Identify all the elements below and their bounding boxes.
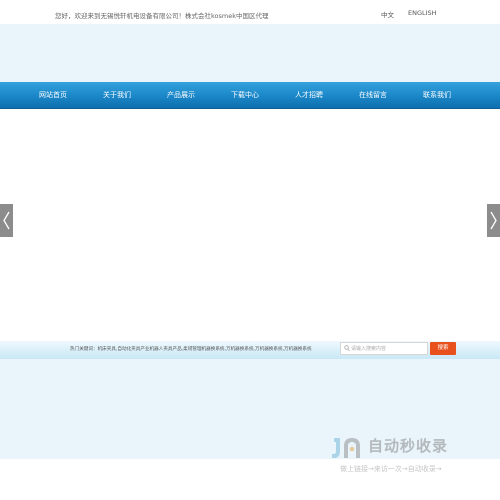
banner-slider xyxy=(0,109,500,341)
top-bar: 您好，欢迎来到无锡悦轩机电设备有限公司！株式会社kosmek中国区代理 中文 E… xyxy=(0,0,500,24)
page: 您好，欢迎来到无锡悦轩机电设备有限公司！株式会社kosmek中国区代理 中文 E… xyxy=(0,0,500,500)
hot-keywords: 热门关键词：机床夹具,自动化夹具产业机器人夹具产品,柔韧管理机器换系统,万机器换… xyxy=(70,347,312,352)
nav-item-downloads[interactable]: 下载中心 xyxy=(215,82,275,108)
nav-item-careers[interactable]: 人才招聘 xyxy=(279,82,339,108)
watermark-subtitle: 做上链接→来访一次→自动收录→ xyxy=(340,465,442,473)
nav-item-contact[interactable]: 联系我们 xyxy=(407,82,467,108)
header-band xyxy=(0,24,500,82)
search-icon xyxy=(344,345,350,352)
watermark-title: 自动秒收录 xyxy=(368,437,449,455)
lang-chinese-link[interactable]: 中文 xyxy=(381,9,394,19)
search-input[interactable] xyxy=(351,343,425,354)
nav-item-about[interactable]: 关于我们 xyxy=(87,82,147,108)
lang-english-link[interactable]: ENGLISH xyxy=(408,9,437,17)
watermark-logo: 自动秒收录 做上链接→来访一次→自动收录→ xyxy=(330,433,480,477)
welcome-text: 您好，欢迎来到无锡悦轩机电设备有限公司！株式会社kosmek中国区代理 xyxy=(55,12,269,20)
chevron-left-icon xyxy=(3,211,10,230)
banner-prev-button[interactable] xyxy=(0,204,13,237)
nav-item-home[interactable]: 网站首页 xyxy=(23,82,83,108)
watermark-mark-icon xyxy=(332,438,360,458)
chevron-right-icon xyxy=(490,211,497,230)
main-nav: 网站首页 关于我们 产品展示 下载中心 人才招聘 在线留言 联系我们 xyxy=(0,82,500,109)
nav-item-products[interactable]: 产品展示 xyxy=(151,82,211,108)
search-button[interactable]: 搜索 xyxy=(430,342,456,355)
search-box xyxy=(340,342,428,355)
banner-next-button[interactable] xyxy=(487,204,500,237)
nav-item-messages[interactable]: 在线留言 xyxy=(343,82,403,108)
